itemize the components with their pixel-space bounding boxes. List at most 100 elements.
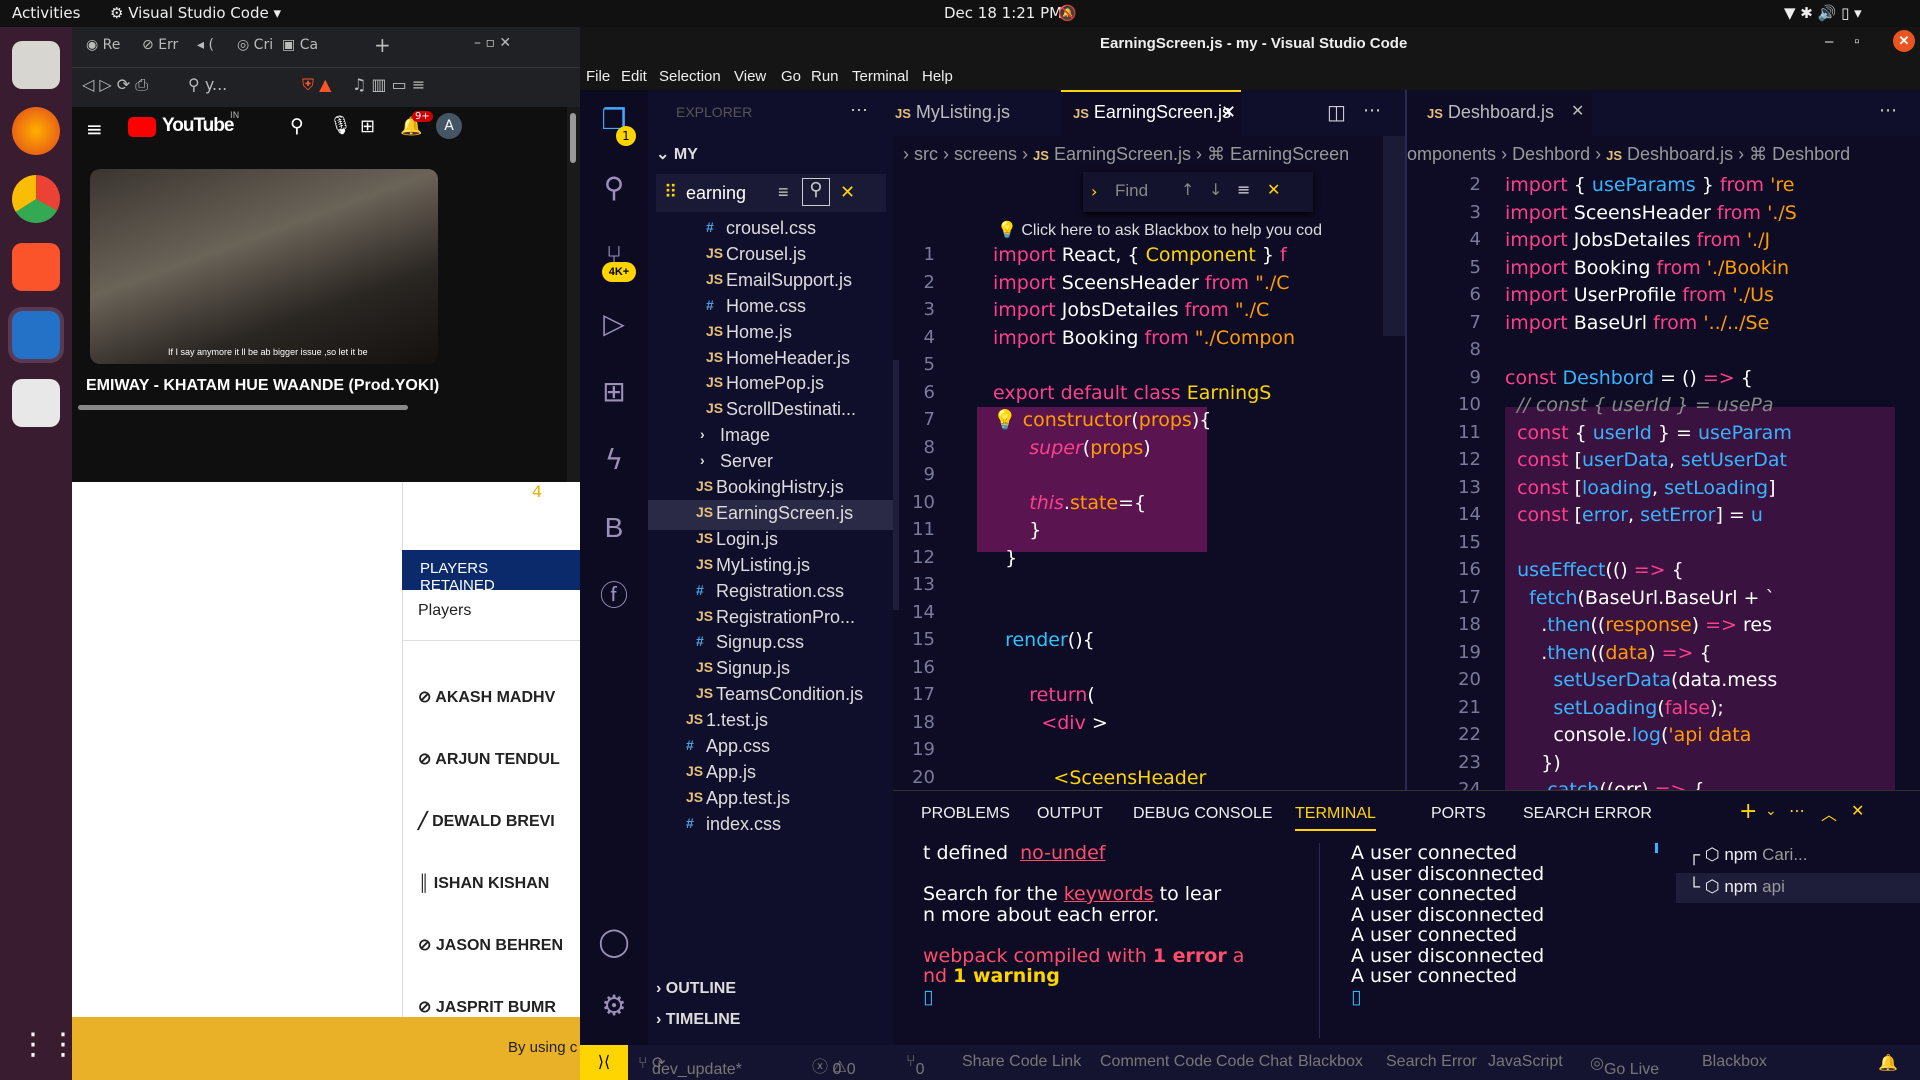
tab-earningscreen[interactable]: JS EarningScreen.js ✕	[1061, 90, 1241, 136]
tab-output[interactable]: OUTPUT	[1037, 805, 1103, 823]
firefox-icon[interactable]	[12, 107, 60, 155]
tab-ports[interactable]: PORTS	[1431, 805, 1486, 823]
tab-mylisting[interactable]: JS MyListing.js	[895, 102, 1010, 123]
terminal-left[interactable]: t defined no-undef Search for the keywor…	[923, 843, 1244, 1007]
vertical-scrollbar[interactable]	[567, 107, 580, 482]
maximize-panel-icon[interactable]: ︿	[1821, 801, 1837, 825]
player-row[interactable]: ⊘ AKASH MADHV	[418, 667, 563, 729]
terminal-item-active[interactable]: └ ⬡ npm api	[1676, 873, 1920, 903]
terminal-item[interactable]: ┌ ⬡ npm Cari...	[1676, 843, 1920, 871]
video-title[interactable]: EMIWAY - KHATAM HUE WAANDE (Prod.YOKI)	[86, 377, 439, 395]
timeline-section[interactable]: › TIMELINE	[656, 1011, 740, 1029]
run-debug-icon[interactable]: ▷	[598, 308, 630, 340]
blackbox-status[interactable]: Blackbox	[1298, 1053, 1363, 1071]
figma-icon[interactable]: ⓕ	[598, 580, 630, 612]
horizontal-scrollbar[interactable]	[78, 405, 408, 410]
extensions-icon[interactable]: ⊞	[598, 376, 630, 408]
mic-icon[interactable]: 🎙	[329, 115, 352, 136]
find-in-selection-icon[interactable]: ≡	[1237, 180, 1250, 199]
find-prev-icon[interactable]: ↑	[1181, 180, 1194, 199]
more-actions-icon[interactable]: ⋯	[1879, 100, 1897, 121]
player-row[interactable]: ║ ISHAN KISHAN	[418, 853, 563, 915]
filter-input[interactable]: earning	[686, 183, 746, 204]
browser-tab[interactable]: ◉ Re	[86, 37, 120, 63]
close-filter-icon[interactable]: ✕	[840, 182, 855, 203]
brave-shield-icon[interactable]: ⛨ ▲	[302, 75, 331, 101]
window-controls[interactable]: – ▫ ✕	[474, 35, 511, 61]
breadcrumb[interactable]: omponents › Deshbord › JS Deshboard.js ›…	[1407, 144, 1850, 165]
system-tray[interactable]: ▼ ✱ 🔊 ▯ ▾	[1784, 4, 1862, 22]
tab-debug-console[interactable]: DEBUG CONSOLE	[1133, 805, 1273, 823]
comment-code[interactable]: Comment Code	[1100, 1053, 1212, 1071]
notifications-bell-icon[interactable]: 🔔	[1878, 1053, 1898, 1073]
close-find-icon[interactable]: ✕	[1267, 180, 1280, 199]
root-folder[interactable]: ⌄ MY	[656, 144, 698, 164]
create-icon[interactable]: ⊞	[360, 116, 375, 137]
tab-terminal[interactable]: TERMINAL	[1295, 805, 1376, 831]
menu-help[interactable]: Help	[922, 68, 953, 85]
files-icon[interactable]	[12, 41, 60, 89]
more-actions-icon[interactable]: ⋯	[1789, 801, 1805, 820]
browser-tab[interactable]: ◎ Cri	[237, 37, 273, 63]
code-chat[interactable]: Code Chat	[1216, 1053, 1293, 1071]
menu-icon[interactable]: ≡	[86, 117, 103, 141]
blackbox-icon[interactable]: B	[598, 512, 630, 544]
blackbox-hint[interactable]: 💡 Click here to ask Blackbox to help you…	[997, 220, 1322, 240]
code-content[interactable]: import React, { Component } f import Sce…	[993, 242, 1295, 790]
scrollbar[interactable]	[893, 360, 899, 610]
fuzzy-match-icon[interactable]: ⚲	[802, 178, 830, 206]
menu-go[interactable]: Go	[781, 68, 801, 85]
split-editor-icon[interactable]: ◫	[1327, 100, 1346, 124]
browser-tab[interactable]: ▣ Ca	[282, 37, 318, 63]
vscode-icon[interactable]	[8, 307, 64, 363]
avatar[interactable]: A	[436, 113, 462, 139]
chrome-icon[interactable]	[12, 175, 60, 223]
video-player[interactable]: If I say anymore it ll be ab bigger issu…	[90, 169, 438, 364]
window-controls[interactable]: – ▫	[1825, 33, 1876, 50]
nav-buttons[interactable]: ◁ ▷ ⟳ ⎙	[82, 75, 148, 101]
browser-tab[interactable]: ⊘ Err	[142, 37, 178, 63]
clock[interactable]: Dec 18 1:21 PM	[944, 4, 1062, 22]
close-tab-icon[interactable]: ✕	[1221, 102, 1236, 123]
search-icon[interactable]: ⚲	[290, 115, 304, 137]
new-tab-button[interactable]: +	[374, 33, 391, 59]
activities-button[interactable]: Activities	[12, 4, 80, 22]
remote-icon[interactable]: ⟩⟨	[580, 1045, 628, 1080]
youtube-logo-icon[interactable]	[128, 117, 156, 137]
find-input[interactable]: Find	[1115, 181, 1148, 201]
code-content[interactable]: import { useParams } from 're import Sce…	[1505, 172, 1797, 790]
problems-count[interactable]: ⓧ 0 ⚠ 0	[812, 1053, 856, 1078]
menu-run[interactable]: Run	[811, 68, 839, 85]
app-menu[interactable]: ⚙ Visual Studio Code ▾	[110, 4, 281, 22]
more-actions-icon[interactable]: ⋯	[1363, 100, 1381, 121]
share-code-link[interactable]: Share Code Link	[962, 1053, 1081, 1071]
close-icon[interactable]: ✕	[1893, 30, 1915, 52]
menu-view[interactable]: View	[734, 68, 766, 85]
breadcrumb[interactable]: › src › screens › JS EarningScreen.js › …	[903, 144, 1349, 165]
url-bar[interactable]: ⚲ y...	[188, 75, 227, 101]
toggle-replace-icon[interactable]: ›	[1091, 182, 1097, 201]
blackbox-status-2[interactable]: Blackbox	[1702, 1053, 1767, 1071]
language-mode[interactable]: JavaScript	[1488, 1053, 1563, 1071]
player-row[interactable]: ⊘ JASON BEHREN	[418, 915, 563, 977]
settings-gear-icon[interactable]: ⚙	[598, 990, 630, 1022]
file-item[interactable]: # index.css	[648, 811, 893, 841]
menu-terminal[interactable]: Terminal	[852, 68, 909, 85]
player-row[interactable]: ⊘ ARJUN TENDUL	[418, 729, 563, 791]
tab-deshboard[interactable]: JS Deshboard.js ✕	[1407, 90, 1592, 136]
go-live[interactable]: ◎ Go Live	[1590, 1053, 1659, 1078]
terminal-dropdown-icon[interactable]: ⌄	[1765, 803, 1777, 819]
accounts-icon[interactable]: ◯	[598, 926, 630, 958]
menu-edit[interactable]: Edit	[621, 68, 647, 85]
menu-selection[interactable]: Selection	[659, 68, 721, 85]
find-next-icon[interactable]: ↓	[1209, 180, 1222, 199]
minimap[interactable]	[1383, 136, 1405, 336]
ports-count[interactable]: ⑂ 0	[906, 1053, 925, 1078]
brave-icon[interactable]	[12, 243, 60, 291]
search-icon[interactable]: ⚲	[598, 172, 630, 204]
filter-icon[interactable]: ≡	[778, 182, 789, 203]
blackbox-lightning-icon[interactable]: ϟ	[598, 444, 630, 476]
close-panel-icon[interactable]: ✕	[1851, 801, 1864, 820]
tab-problems[interactable]: PROBLEMS	[921, 805, 1010, 823]
text-editor-icon[interactable]	[12, 379, 60, 427]
